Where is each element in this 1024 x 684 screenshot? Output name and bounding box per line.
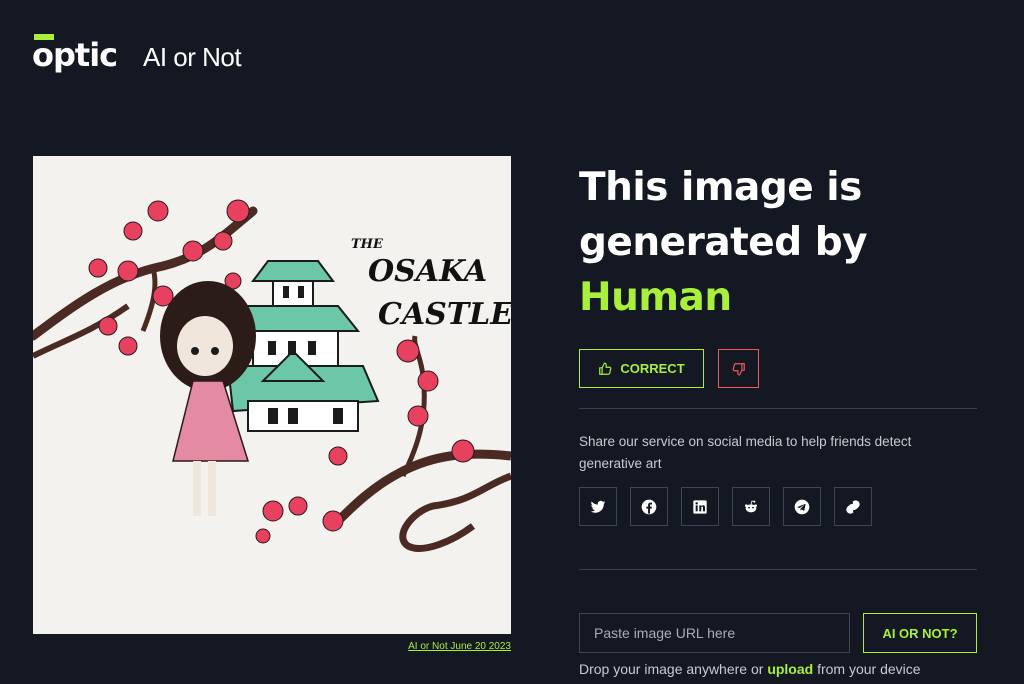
result-panel: This image is generated by Human	[579, 160, 979, 325]
result-heading: This image is generated by Human	[579, 160, 979, 325]
divider	[579, 569, 977, 570]
drop-prefix: Drop your image anywhere or	[579, 661, 764, 677]
optic-logo: optic	[32, 34, 132, 72]
facebook-icon	[641, 499, 657, 514]
feedback-buttons: CORRECT	[579, 349, 759, 388]
art-title-line2: OSAKA	[368, 254, 487, 289]
linkedin-icon	[693, 499, 707, 514]
result-line1: This image is	[579, 165, 862, 210]
share-reddit-button[interactable]	[732, 487, 770, 526]
image-caption-link[interactable]: AI or Not June 20 2023	[408, 641, 511, 652]
copy-link-button[interactable]	[834, 487, 872, 526]
telegram-icon	[794, 499, 810, 514]
share-twitter-button[interactable]	[579, 487, 617, 526]
divider	[579, 408, 977, 409]
thumbs-down-icon	[732, 362, 745, 375]
analyzed-image: THE OSAKA CASTLE	[33, 156, 511, 634]
drop-instructions: Drop your image anywhere or upload from …	[579, 661, 921, 677]
correct-button[interactable]: CORRECT	[579, 349, 704, 388]
share-description: Share our service on social media to hel…	[579, 434, 912, 471]
share-facebook-button[interactable]	[630, 487, 668, 526]
ai-or-not-button[interactable]: AI OR NOT?	[863, 613, 977, 653]
brand-logo[interactable]: optic AI or Not	[32, 34, 242, 72]
social-share-buttons	[579, 487, 872, 526]
app-title: AI or Not	[143, 42, 242, 72]
upload-link[interactable]: upload	[767, 661, 813, 677]
twitter-icon	[590, 500, 606, 513]
art-title-line1: THE	[351, 237, 384, 252]
reddit-icon	[745, 500, 757, 512]
art-title-line3: CASTLE	[378, 297, 511, 332]
share-linkedin-button[interactable]	[681, 487, 719, 526]
result-verdict: Human	[579, 275, 732, 320]
incorrect-button[interactable]	[718, 349, 759, 388]
image-url-input[interactable]	[579, 613, 850, 653]
link-icon	[846, 499, 860, 514]
correct-label: CORRECT	[620, 361, 685, 376]
drop-suffix: from your device	[817, 661, 921, 677]
thumbs-up-icon	[599, 362, 612, 375]
share-telegram-button[interactable]	[783, 487, 821, 526]
result-line2: generated by	[579, 220, 868, 265]
logo-wordmark: optic	[32, 36, 118, 74]
